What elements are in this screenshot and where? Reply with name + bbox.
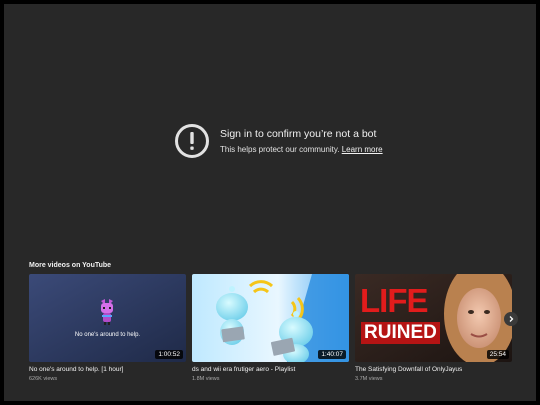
thumbnail-caption: No one's around to help. (74, 332, 141, 338)
view-count: 3.7M views (355, 376, 383, 382)
next-videos-button[interactable] (504, 312, 518, 326)
notice-subtitle: This helps protect our community. Learn … (220, 145, 383, 155)
video-player: Sign in to confirm you’re not a bot This… (4, 4, 536, 401)
video-title[interactable]: No one's around to help. [1 hour] (29, 366, 186, 373)
video-card-3[interactable]: LIFE RUINED 25:54 The Satisfying Downfal… (355, 274, 512, 382)
view-count: 1.8M views (192, 376, 220, 382)
notice-subtitle-text: This helps protect our community. (220, 144, 340, 154)
thumbnail-text-ruined: RUINED (361, 322, 440, 344)
video-thumbnail-2[interactable]: 1:40:07 (192, 274, 349, 362)
video-thumbnail-3[interactable]: LIFE RUINED 25:54 (355, 274, 512, 362)
duration-badge: 25:54 (486, 350, 509, 359)
video-thumbnail-1[interactable]: No one's around to help. 1:00:52 (29, 274, 186, 362)
thumbnail-text-life: LIFE (360, 282, 428, 319)
learn-more-link[interactable]: Learn more (342, 145, 383, 154)
duration-badge: 1:00:52 (155, 350, 183, 359)
duration-badge: 1:40:07 (318, 350, 346, 359)
view-count: 626K views (29, 376, 58, 382)
video-card-1[interactable]: No one's around to help. 1:00:52 No one'… (29, 274, 186, 382)
video-title[interactable]: The Satisfying Downfall of OnlyJayus (355, 366, 512, 373)
bot-check-notice: Sign in to confirm you’re not a bot This… (174, 123, 383, 159)
alert-circle-icon (175, 124, 209, 158)
notice-title: Sign in to confirm you’re not a bot (220, 127, 377, 140)
video-card-2[interactable]: 1:40:07 ds and wii era frutiger aero - P… (192, 274, 349, 382)
chevron-right-icon (509, 316, 514, 322)
more-videos-heading: More videos on YouTube (29, 262, 112, 269)
video-title[interactable]: ds and wii era frutiger aero - Playlist (192, 366, 349, 373)
